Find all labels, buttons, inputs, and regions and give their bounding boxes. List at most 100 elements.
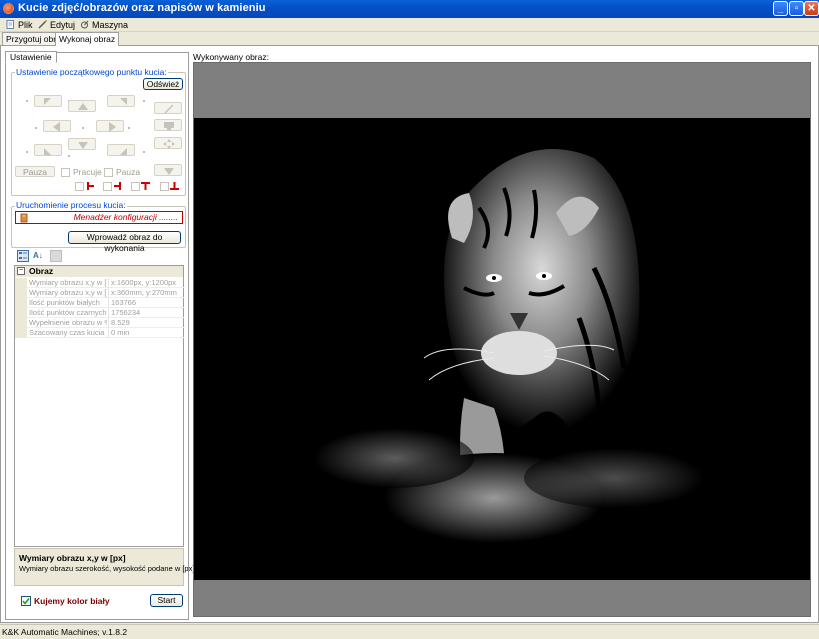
start-button[interactable]: Start <box>150 594 183 607</box>
working-checkbox[interactable] <box>61 168 70 177</box>
limit-right-checkbox[interactable] <box>103 182 112 191</box>
grid-dot <box>35 127 37 129</box>
white-color-checkbox[interactable] <box>21 596 31 606</box>
limit-right-icon <box>114 182 121 190</box>
move-right-button[interactable] <box>96 120 124 132</box>
limit-bottom-checkbox[interactable] <box>160 182 169 191</box>
alphabetical-view-button[interactable]: A↓ <box>33 250 45 262</box>
categorized-view-button[interactable] <box>17 250 29 262</box>
image-panel-label: Wykonywany obraz: <box>193 52 269 62</box>
arrow-down-icon <box>78 142 88 149</box>
pause-label: Pauza <box>116 167 141 177</box>
property-row[interactable]: Szacowany czas kucia 0 min <box>15 328 185 338</box>
arrow-right-icon <box>109 122 116 132</box>
property-value: 163766 <box>108 298 185 308</box>
outer-tabs: Przygotuj obraz Wykonaj obraz <box>0 32 819 46</box>
menu-edit[interactable]: Edytuj <box>38 19 75 31</box>
property-value: 0 min <box>108 328 185 338</box>
menu-machine-label: Maszyna <box>92 20 129 30</box>
status-text: K&K Automatic Machines; v.1.8.2 <box>2 627 128 637</box>
title-bar: Kucie zdjęć/obrazów oraz napisów w kamie… <box>0 0 819 18</box>
property-row[interactable]: Wypełnienie obrazu w % 8.529 <box>15 318 185 328</box>
tool-button-3[interactable] <box>154 137 182 149</box>
property-help-box: Wymiary obrazu x,y w [px] Wymiary obrazu… <box>14 548 194 586</box>
move-up-button[interactable] <box>68 100 96 112</box>
property-name: Wymiary obrazu x,y w [mm] <box>29 288 107 297</box>
monitor-icon <box>164 122 174 130</box>
property-pages-button[interactable] <box>50 250 62 262</box>
config-manager-icon <box>20 213 28 223</box>
arrow-down-icon <box>164 168 174 175</box>
grid-dot <box>26 151 28 153</box>
property-row[interactable]: Wymiary obrazu x,y w [mm]x:360mm, y:270m… <box>15 288 185 298</box>
minimize-button[interactable]: _ <box>773 1 788 16</box>
property-value: x:360mm, y:270mm <box>108 288 185 298</box>
property-name: Ilość punktów białych <box>29 298 100 307</box>
refresh-button[interactable]: Odśwież <box>143 78 183 90</box>
start-point-group <box>11 72 186 196</box>
move-left-button[interactable] <box>43 120 71 132</box>
grid-dot <box>143 151 145 153</box>
tab-settings[interactable]: Ustawienie <box>5 51 57 63</box>
pause-button[interactable]: Pauza <box>15 166 55 177</box>
start-point-group-title: Ustawienie początkowego punktu kucia: <box>15 67 168 77</box>
tool-button-4[interactable] <box>154 164 182 176</box>
maximize-button[interactable]: ▫ <box>789 1 804 16</box>
property-name: Wymiary obrazu x,y w [px] <box>29 278 107 287</box>
property-grid: − Obraz Wymiary obrazu x,y w [px]x:1600p… <box>14 265 185 547</box>
menu-machine[interactable]: Maszyna <box>80 19 128 31</box>
grid-dot <box>82 127 84 129</box>
tool-button-2[interactable] <box>154 119 182 131</box>
property-help-text: Wymiary obrazu szerokość, wysokość podan… <box>19 564 195 573</box>
grid-dot <box>26 100 28 102</box>
move-up-left-button[interactable] <box>34 95 62 107</box>
menu-edit-label: Edytuj <box>50 20 76 30</box>
checkmark-icon <box>22 598 30 605</box>
edit-icon <box>38 20 47 29</box>
pause-checkbox[interactable] <box>104 168 113 177</box>
menu-bar: Plik Edytuj Maszyna <box>0 18 819 32</box>
config-manager-box[interactable]: Menadżer konfiguracji ........ <box>15 211 183 224</box>
collapse-icon[interactable]: − <box>17 267 25 275</box>
machine-icon <box>81 20 89 29</box>
close-button[interactable]: ✕ <box>804 1 819 16</box>
property-row[interactable]: Ilość punktów czarnych 1756234 <box>15 308 185 318</box>
property-help-title: Wymiary obrazu x,y w [px] <box>19 553 126 563</box>
tab-execute-image[interactable]: Wykonaj obraz <box>55 32 120 46</box>
arrow-up-icon <box>78 103 88 110</box>
limit-left-checkbox[interactable] <box>75 182 84 191</box>
move-down-left-button[interactable] <box>34 144 62 156</box>
move-up-right-button[interactable] <box>107 95 135 107</box>
arrow-up-right-icon <box>120 98 127 105</box>
property-name: Szacowany czas kucia <box>29 328 105 337</box>
load-image-button[interactable]: Wprowadź obraz do wykonania <box>68 231 181 253</box>
property-row[interactable]: Ilość punktów białych 163766 <box>15 298 185 308</box>
limit-top-checkbox[interactable] <box>131 182 140 191</box>
arrow-down-right-icon <box>120 148 127 155</box>
tiger-image <box>194 118 810 580</box>
property-value: x:1600px, y:1200px <box>108 278 185 288</box>
move-cross-icon <box>163 139 175 149</box>
property-category-label: Obraz <box>29 266 54 276</box>
working-label: Pracuje <box>73 167 102 177</box>
menu-file[interactable]: Plik <box>6 19 33 31</box>
property-name: Ilość punktów czarnych <box>29 308 107 317</box>
window-title: Kucie zdjęć/obrazów oraz napisów w kamie… <box>18 2 266 14</box>
config-manager-label: Menadżer konfiguracji ........ <box>73 212 178 222</box>
file-icon <box>6 20 14 29</box>
property-category[interactable]: − Obraz <box>15 266 183 277</box>
image-frame <box>193 62 811 617</box>
limit-top-icon <box>141 182 150 190</box>
grid-dot <box>68 155 70 157</box>
property-row[interactable]: Wymiary obrazu x,y w [px]x:1600px, y:120… <box>15 278 185 288</box>
categorized-icon <box>19 252 27 259</box>
menu-file-label: Plik <box>18 20 33 30</box>
property-gutter <box>15 278 27 338</box>
property-value: 1756234 <box>108 308 185 318</box>
property-value: 8.529 <box>108 318 185 328</box>
pen-icon <box>164 104 174 114</box>
process-group-title: Uruchomienie procesu kucia: <box>15 200 127 210</box>
tool-button-1[interactable] <box>154 102 182 114</box>
move-down-right-button[interactable] <box>107 144 135 156</box>
move-down-button[interactable] <box>68 138 96 150</box>
